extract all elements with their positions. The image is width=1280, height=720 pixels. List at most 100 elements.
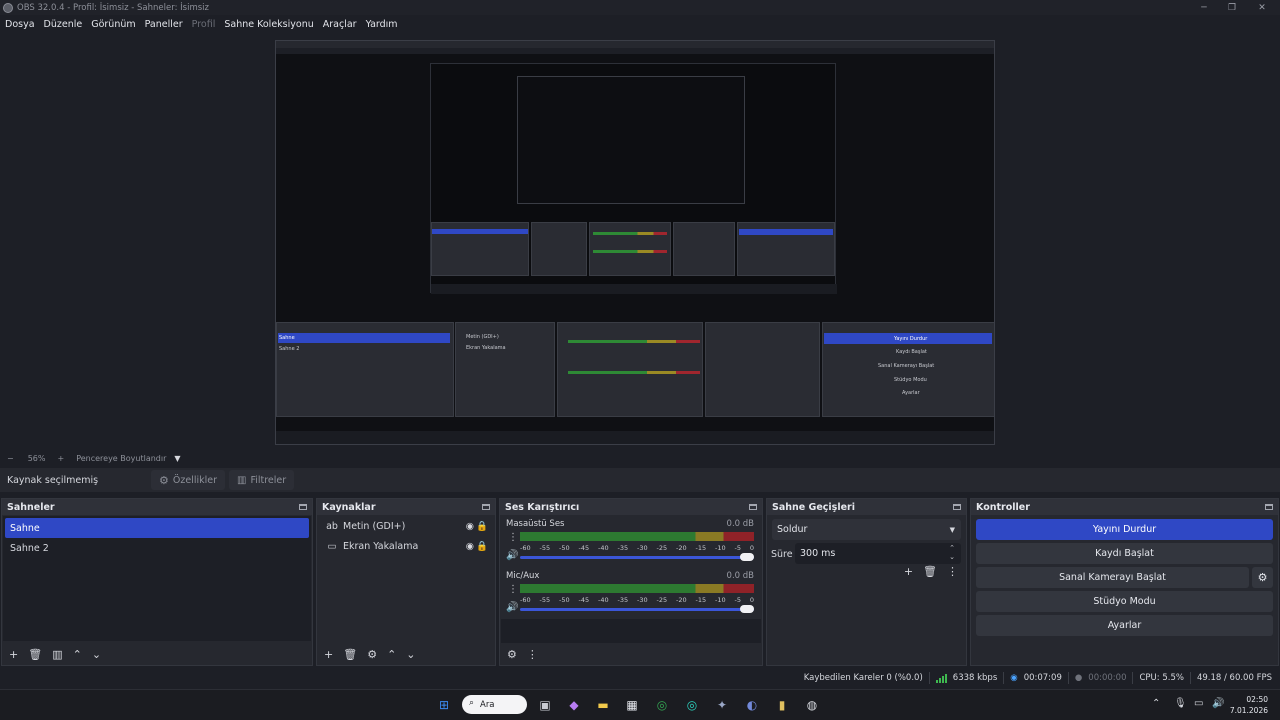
chrome-icon[interactable]: ◎ bbox=[652, 695, 672, 715]
transitions-title: Sahne Geçişleri bbox=[772, 501, 855, 513]
source-item-text[interactable]: ab Metin (GDI+) ◉ 🔒 bbox=[318, 516, 494, 536]
more-options-icon[interactable]: ⋮ bbox=[527, 648, 538, 661]
menu-help[interactable]: Yardım bbox=[366, 19, 403, 30]
eye-icon[interactable]: ◉ bbox=[466, 521, 474, 532]
chevron-down-icon: ▼ bbox=[949, 525, 955, 534]
volume-slider-handle[interactable] bbox=[740, 605, 754, 613]
microphone-icon[interactable]: 🎙 bbox=[1174, 698, 1187, 709]
gear-icon[interactable]: ⚙ bbox=[367, 648, 377, 661]
chevron-down-icon[interactable]: ⌄ bbox=[406, 648, 415, 661]
file-explorer-icon[interactable]: ▬ bbox=[593, 695, 613, 715]
menu-scene-collection[interactable]: Sahne Koleksiyonu bbox=[224, 19, 318, 30]
undock-icon[interactable] bbox=[299, 504, 307, 510]
channel-name: Mic/Aux bbox=[506, 571, 540, 581]
properties-button[interactable]: ⚙ Özellikler bbox=[151, 470, 225, 490]
duration-input[interactable]: 300 ms ⌃ ⌄ bbox=[795, 543, 961, 564]
chevron-down-icon[interactable]: ⌄ bbox=[92, 648, 101, 661]
undock-icon[interactable] bbox=[749, 504, 757, 510]
obs-logo-icon bbox=[3, 2, 13, 13]
chrome-alt-icon[interactable]: ◎ bbox=[682, 695, 702, 715]
volume-slider-handle[interactable] bbox=[740, 553, 754, 561]
discord-icon[interactable]: ◐ bbox=[742, 695, 762, 715]
volume-icon[interactable]: 🔊 bbox=[1212, 698, 1224, 709]
fit-to-window-button[interactable]: Pencereye Boyutlandır bbox=[76, 454, 166, 463]
start-virtual-camera-button[interactable]: Sanal Kamerayı Başlat bbox=[976, 567, 1249, 588]
advanced-audio-icon[interactable]: ⚙ bbox=[507, 648, 517, 661]
more-options-icon[interactable]: ⋮ bbox=[508, 584, 518, 595]
chevron-up-icon[interactable]: ⌃ bbox=[1152, 698, 1160, 709]
speaker-icon[interactable]: 🔊 bbox=[506, 602, 518, 613]
add-icon[interactable]: + bbox=[324, 648, 333, 661]
scene-list: Sahne Sahne 2 bbox=[3, 516, 311, 641]
volume-slider[interactable] bbox=[520, 605, 754, 613]
close-button[interactable]: ✕ bbox=[1248, 0, 1276, 15]
preview-capture-level-1: Sahne Sahne 2 Metin (GDI+) Ekran Yakalam… bbox=[275, 40, 995, 445]
trash-icon[interactable]: 🗑 bbox=[343, 648, 357, 661]
display-icon[interactable]: ▭ bbox=[1194, 698, 1203, 709]
undock-icon[interactable] bbox=[482, 504, 490, 510]
scenes-dock: Sahneler Sahne Sahne 2 + 🗑 ▥ ⌃ ⌄ bbox=[1, 498, 313, 666]
clock[interactable]: 02:50 7.01.2026 bbox=[1230, 694, 1268, 716]
clock-time: 02:50 bbox=[1246, 695, 1268, 704]
volume-slider[interactable] bbox=[520, 553, 754, 561]
scene-item-sahne[interactable]: Sahne bbox=[5, 518, 309, 538]
app-torch-icon[interactable]: ▮ bbox=[772, 695, 792, 715]
controls-title: Kontroller bbox=[976, 501, 1030, 513]
chevron-up-icon[interactable]: ⌃ bbox=[73, 648, 82, 661]
lock-icon[interactable]: 🔒 bbox=[476, 521, 488, 532]
menu-file[interactable]: Dosya bbox=[5, 19, 40, 30]
taskbar: ⊞ ⌕ Ara ▣ ◆ ▬ ▦ ◎ ◎ ✦ ◐ ▮ ◍ ⌃ 🎙 ▭ 🔊 02:5… bbox=[0, 689, 1280, 720]
scene-item-sahne-2[interactable]: Sahne 2 bbox=[3, 538, 311, 558]
more-options-icon[interactable]: ⋮ bbox=[947, 565, 958, 578]
speaker-icon[interactable]: 🔊 bbox=[506, 550, 518, 561]
channel-db: 0.0 dB bbox=[726, 519, 754, 529]
menu-view[interactable]: Görünüm bbox=[91, 19, 140, 30]
zoom-out-button[interactable]: − bbox=[7, 454, 14, 463]
taskbar-search[interactable]: ⌕ Ara bbox=[462, 695, 527, 714]
menu-edit[interactable]: Düzenle bbox=[44, 19, 88, 30]
filter-icon: ▥ bbox=[237, 474, 247, 486]
transition-select[interactable]: Soldur ▼ bbox=[772, 519, 961, 540]
monitor-icon: ▭ bbox=[327, 540, 337, 552]
start-recording-button[interactable]: Kaydı Başlat bbox=[976, 543, 1273, 564]
menu-tools[interactable]: Araçlar bbox=[323, 19, 362, 30]
zoom-in-button[interactable]: + bbox=[57, 454, 64, 463]
store-icon[interactable]: ▦ bbox=[622, 695, 642, 715]
lock-icon[interactable]: 🔒 bbox=[476, 541, 488, 552]
preview-canvas[interactable]: Sahne Sahne 2 Metin (GDI+) Ekran Yakalam… bbox=[0, 33, 1280, 450]
app-icon[interactable]: ✦ bbox=[712, 695, 732, 715]
signal-bars-icon bbox=[935, 673, 947, 683]
maximize-button[interactable]: ❐ bbox=[1218, 0, 1246, 15]
add-icon[interactable]: + bbox=[904, 565, 913, 578]
trash-icon[interactable]: 🗑 bbox=[923, 565, 937, 578]
settings-button[interactable]: Ayarlar bbox=[976, 615, 1273, 636]
undock-icon[interactable] bbox=[1265, 504, 1273, 510]
eye-icon[interactable]: ◉ bbox=[466, 541, 474, 552]
add-icon[interactable]: + bbox=[9, 648, 18, 661]
search-icon: ⌕ bbox=[469, 698, 475, 708]
fps: 49.18 / 60.00 FPS bbox=[1196, 673, 1272, 683]
source-item-display-capture[interactable]: ▭ Ekran Yakalama ◉ 🔒 bbox=[318, 536, 494, 556]
stop-stream-button[interactable]: Yayını Durdur bbox=[976, 519, 1273, 540]
zoom-bar: − 56% + Pencereye Boyutlandır ▼ bbox=[0, 451, 1280, 465]
trash-icon[interactable]: 🗑 bbox=[28, 648, 42, 661]
minimize-button[interactable]: ─ bbox=[1190, 0, 1218, 15]
task-view-icon[interactable]: ▣ bbox=[535, 695, 555, 715]
studio-mode-button[interactable]: Stüdyo Modu bbox=[976, 591, 1273, 612]
copilot-icon[interactable]: ◆ bbox=[564, 695, 584, 715]
menu-docks[interactable]: Paneller bbox=[145, 19, 188, 30]
chevron-up-icon[interactable]: ⌃ bbox=[387, 648, 396, 661]
undock-icon[interactable] bbox=[953, 504, 961, 510]
spin-arrows-icon[interactable]: ⌃ ⌄ bbox=[949, 544, 955, 562]
mixer-channel-mic: Mic/Aux 0.0 dB ⋮ -60 -55 -50 -45 -40 -35 -30 -2… bbox=[500, 567, 762, 619]
zoom-dropdown-icon[interactable]: ▼ bbox=[174, 454, 180, 463]
filter-icon[interactable]: ▥ bbox=[52, 648, 62, 661]
scenes-title: Sahneler bbox=[7, 501, 55, 513]
virtual-camera-settings-button[interactable]: ⚙ bbox=[1252, 567, 1273, 588]
menu-profile[interactable]: Profil bbox=[192, 19, 221, 30]
obs-taskbar-icon[interactable]: ◍ bbox=[802, 695, 822, 715]
filters-button[interactable]: ▥ Filtreler bbox=[229, 470, 295, 490]
channel-name: Masaüstü Ses bbox=[506, 519, 565, 529]
more-options-icon[interactable]: ⋮ bbox=[508, 532, 518, 543]
windows-start-icon[interactable]: ⊞ bbox=[434, 695, 454, 715]
